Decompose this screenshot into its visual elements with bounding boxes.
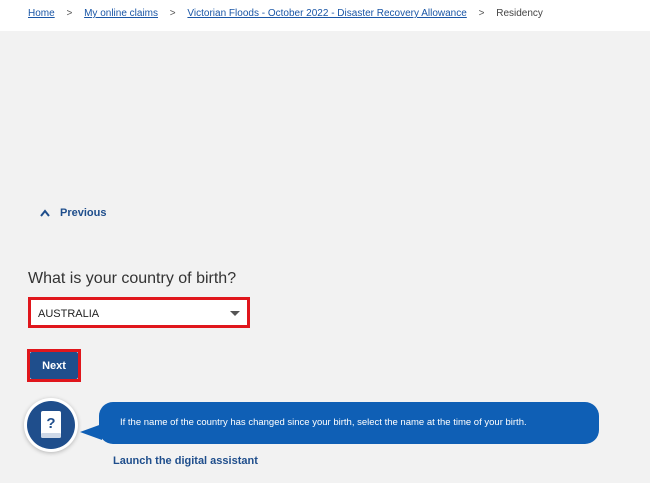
previous-link[interactable]: Previous (40, 207, 106, 219)
breadcrumb-home[interactable]: Home (28, 8, 55, 19)
breadcrumb-current: Residency (496, 8, 543, 19)
assistant-hint-bubble: If the name of the country has changed s… (99, 402, 599, 444)
breadcrumb-my-online-claims[interactable]: My online claims (84, 8, 158, 19)
help-book-icon: ? (41, 411, 61, 438)
country-select-value: AUSTRALIA (38, 308, 100, 320)
next-button[interactable]: Next (30, 352, 78, 379)
breadcrumb-separator: > (478, 8, 485, 19)
previous-label: Previous (60, 207, 107, 219)
chevron-up-icon (40, 209, 50, 217)
caret-down-icon (230, 311, 240, 316)
svg-text:?: ? (46, 415, 55, 432)
launch-assistant-link[interactable]: Launch the digital assistant (113, 455, 258, 467)
breadcrumb: Home > My online claims > Victorian Floo… (28, 8, 543, 19)
country-select[interactable]: AUSTRALIA (28, 297, 250, 328)
digital-assistant-button[interactable]: ? (27, 401, 75, 449)
country-question: What is your country of birth? (28, 270, 237, 287)
breadcrumb-separator: > (169, 8, 176, 19)
breadcrumb-claim[interactable]: Victorian Floods - October 2022 - Disast… (187, 8, 466, 19)
breadcrumb-separator: > (66, 8, 73, 19)
top-bar: Home > My online claims > Victorian Floo… (0, 0, 650, 31)
